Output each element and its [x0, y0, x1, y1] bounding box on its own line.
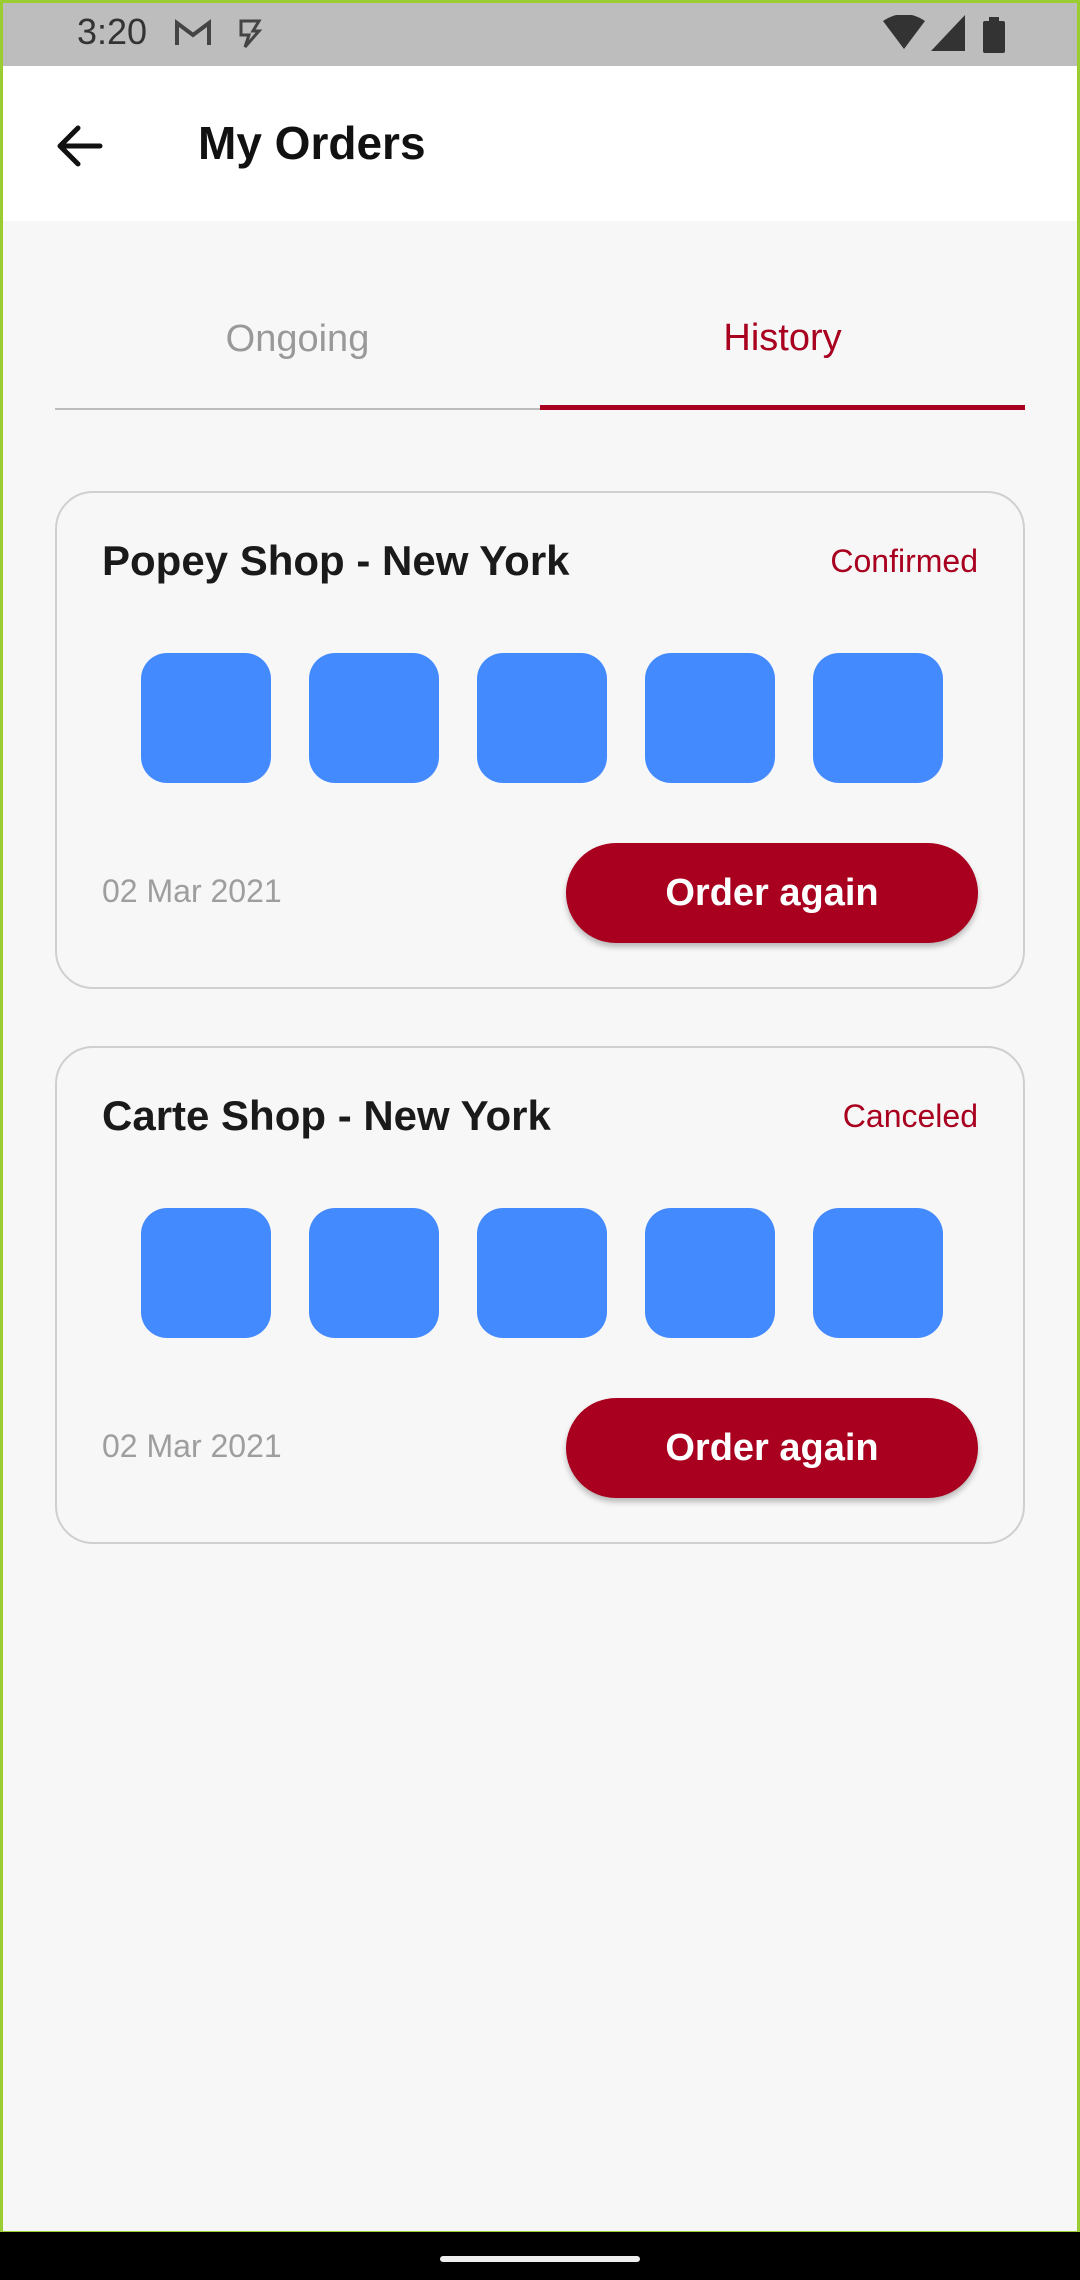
item-thumbnail[interactable]	[309, 653, 439, 783]
item-thumbnail[interactable]	[477, 653, 607, 783]
sim-icon	[235, 15, 265, 58]
item-thumbnail[interactable]	[813, 653, 943, 783]
order-date: 02 Mar 2021	[102, 873, 282, 909]
item-thumbnail[interactable]	[477, 1208, 607, 1338]
battery-icon	[983, 17, 1005, 58]
order-tabs: Ongoing History	[55, 271, 1025, 411]
order-card: Carte Shop - New York Canceled 02 Mar 20…	[55, 1046, 1025, 1544]
shop-name: Popey Shop - New York	[102, 537, 570, 584]
item-thumbnail[interactable]	[813, 1208, 943, 1338]
screen: 3:20 My Orders Ongoing History Popey Sho…	[3, 3, 1077, 2231]
order-status: Confirmed	[830, 543, 978, 579]
signal-icon	[931, 15, 965, 56]
order-again-button[interactable]: Order again	[566, 1398, 978, 1498]
shop-name: Carte Shop - New York	[102, 1092, 551, 1139]
back-button[interactable]	[41, 108, 117, 184]
tab-history[interactable]: History	[540, 271, 1025, 410]
item-thumbnail[interactable]	[309, 1208, 439, 1338]
status-time: 3:20	[77, 11, 148, 52]
item-thumbnail[interactable]	[141, 1208, 271, 1338]
order-date: 02 Mar 2021	[102, 1428, 282, 1464]
order-status: Canceled	[842, 1098, 978, 1134]
page-title: My Orders	[198, 117, 426, 169]
item-thumbnail[interactable]	[645, 1208, 775, 1338]
app-bar: My Orders	[3, 66, 1077, 221]
home-gesture-handle[interactable]	[440, 2256, 640, 2262]
status-bar: 3:20	[3, 3, 1077, 66]
order-again-button[interactable]: Order again	[566, 843, 978, 943]
tab-ongoing[interactable]: Ongoing	[55, 271, 540, 410]
item-thumbnails	[141, 1208, 943, 1338]
wifi-icon	[883, 14, 925, 56]
item-thumbnail[interactable]	[141, 653, 271, 783]
item-thumbnail[interactable]	[645, 653, 775, 783]
order-card: Popey Shop - New York Confirmed 02 Mar 2…	[55, 491, 1025, 989]
gmail-icon	[173, 15, 213, 56]
item-thumbnails	[141, 653, 943, 783]
arrow-left-icon	[57, 125, 103, 167]
